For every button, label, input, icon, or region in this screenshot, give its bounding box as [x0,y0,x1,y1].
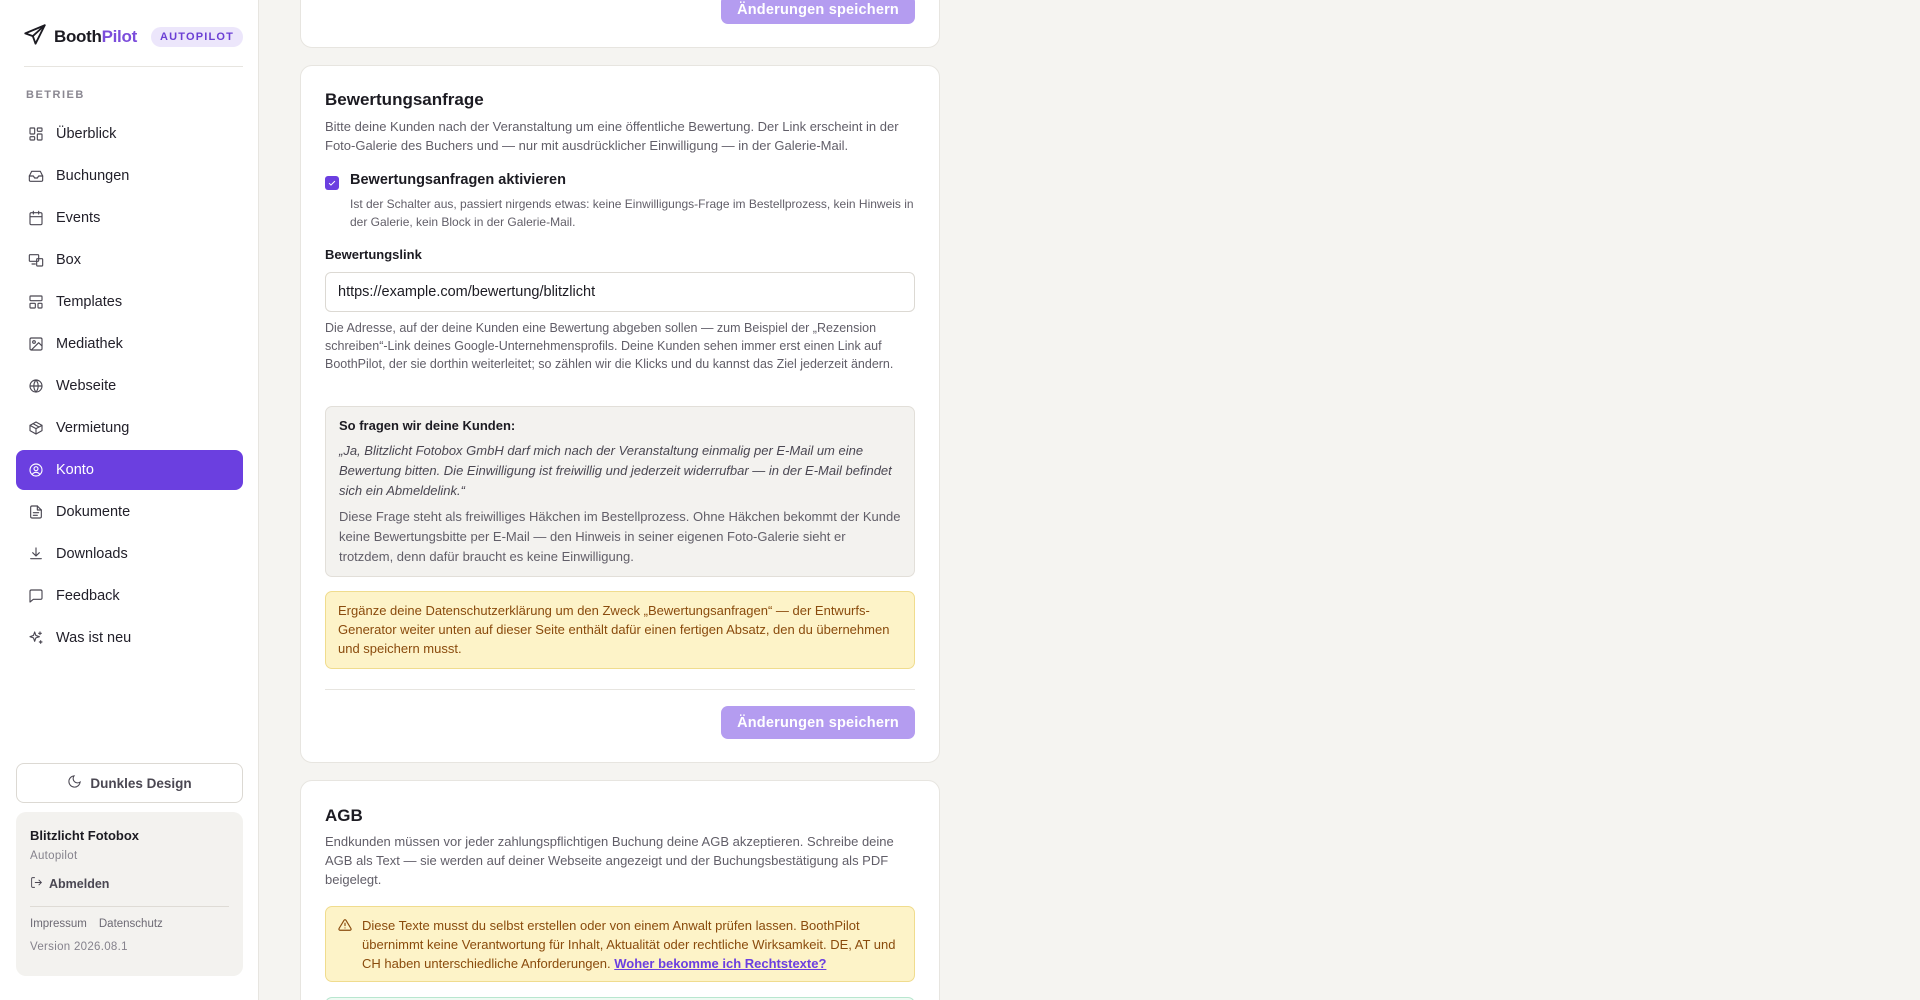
sidebar-item-downloads[interactable]: Downloads [16,534,243,574]
download-icon [28,546,44,562]
dark-mode-toggle[interactable]: Dunkles Design [16,763,243,803]
logout-label: Abmelden [49,877,110,891]
brand-logo[interactable]: BoothPilot AUTOPILOT [22,22,244,51]
privacy-notice: Ergänze deine Datenschutzerklärung um de… [325,591,915,669]
section-description: Bitte deine Kunden nach der Veranstaltun… [325,119,899,153]
previous-settings-card: Änderungen speichern [300,0,940,48]
sidebar-item-label: Was ist neu [56,630,132,646]
nav-section-label: BETRIEB [26,89,85,101]
calendar-icon [28,210,44,226]
section-description: Endkunden müssen vor jeder zahlungspflic… [325,834,894,887]
divider [325,689,915,690]
sidebar-item-label: Events [56,210,101,226]
sidebar-item-label: Downloads [56,546,128,562]
dark-mode-label: Dunkles Design [90,775,192,791]
sidebar-item-buchungen[interactable]: Buchungen [16,156,243,196]
warning-icon [338,918,352,937]
sidebar-item-label: Konto [56,462,94,478]
legal-texts-link[interactable]: Woher bekomme ich Rechtstexte? [614,956,826,971]
sidebar-item-webseite[interactable]: Webseite [16,366,243,406]
sidebar-item-box[interactable]: Box [16,240,243,280]
sidebar-item-vermietung[interactable]: Vermietung [16,408,243,448]
review-link-input[interactable]: https://example.com/bewertung/blitzlicht [325,272,915,312]
sidebar-item-konto[interactable]: Konto [16,450,243,490]
sidebar-item-mediathek[interactable]: Mediathek [16,324,243,364]
account-plan: Autopilot [30,850,78,862]
sidebar-item-feedback[interactable]: Feedback [16,576,243,616]
sidebar-item-label: Dokumente [56,504,131,520]
section-title: AGB [325,806,363,825]
devices-icon [28,252,44,268]
sidebar-item-events[interactable]: Events [16,198,243,238]
package-icon [28,420,44,436]
image-icon [28,336,44,352]
sidebar-item-was-ist-neu[interactable]: Was ist neu [16,618,243,658]
sparkles-icon [28,630,44,646]
globe-icon [28,378,44,394]
sidebar-item-label: Überblick [56,126,117,142]
user-circle-icon [28,462,44,478]
sidebar-item-label: Buchungen [56,168,130,184]
main-nav: Überblick Buchungen Events Box Templates… [16,114,243,660]
sidebar-item-templates[interactable]: Templates [16,282,243,322]
review-link-value: https://example.com/bewertung/blitzlicht [338,284,596,300]
sidebar-item-label: Templates [56,294,123,310]
account-card: Blitzlicht Fotobox Autopilot Abmelden Im… [16,812,243,976]
review-link-label: Bewertungslink [325,247,422,262]
consent-note: Diese Frage steht als freiwilliges Häkch… [339,509,901,564]
paper-plane-icon [22,22,48,51]
check-icon [328,180,336,186]
privacy-notice-text: Ergänze deine Datenschutzerklärung um de… [338,603,890,656]
legal-links: Impressum Datenschutz [30,918,229,930]
imprint-link[interactable]: Impressum [30,918,87,930]
moon-icon [67,774,82,792]
layout-icon [28,294,44,310]
sidebar: BoothPilot AUTOPILOT BETRIEB Überblick B… [0,0,259,1000]
privacy-link[interactable]: Datenschutz [99,918,163,930]
consent-preview-title: So fragen wir deine Kunden: [339,418,516,433]
sidebar-item-label: Mediathek [56,336,123,352]
divider [24,66,243,67]
sidebar-item-label: Webseite [56,378,117,394]
dashboard-icon [28,126,44,142]
section-title: Bewertungsanfrage [325,90,484,109]
consent-quote: „Ja, Blitzlicht Fotobox GmbH darf mich n… [339,443,892,498]
save-button[interactable]: Änderungen speichern [721,706,915,739]
brand-name: BoothPilot [54,26,137,46]
save-button[interactable]: Änderungen speichern [721,0,915,24]
inbox-icon [28,168,44,184]
logout-button[interactable]: Abmelden [30,876,229,892]
review-toggle-label[interactable]: Bewertungsanfragen aktivieren [350,172,915,188]
sidebar-item-ueberblick[interactable]: Überblick [16,114,243,154]
review-request-card: Bewertungsanfrage Bitte deine Kunden nac… [300,65,940,763]
logout-icon [30,876,43,892]
account-name: Blitzlicht Fotobox [30,828,140,843]
review-link-help: Die Adresse, auf der deine Kunden eine B… [325,321,894,371]
sidebar-item-label: Vermietung [56,420,130,436]
app-version: Version 2026.08.1 [30,941,128,953]
file-icon [28,504,44,520]
divider [30,906,229,907]
legal-warning: Diese Texte musst du selbst erstellen od… [325,906,915,982]
agb-card: AGB Endkunden müssen vor jeder zahlungsp… [300,780,940,1000]
consent-preview-box: So fragen wir deine Kunden: „Ja, Blitzli… [325,406,915,577]
plan-badge: AUTOPILOT [150,26,244,47]
sidebar-item-label: Feedback [56,588,120,604]
sidebar-item-dokumente[interactable]: Dokumente [16,492,243,532]
review-toggle-checkbox[interactable] [325,176,339,190]
review-toggle-help: Ist der Schalter aus, passiert nirgends … [350,197,914,229]
message-icon [28,588,44,604]
sidebar-item-label: Box [56,252,81,268]
